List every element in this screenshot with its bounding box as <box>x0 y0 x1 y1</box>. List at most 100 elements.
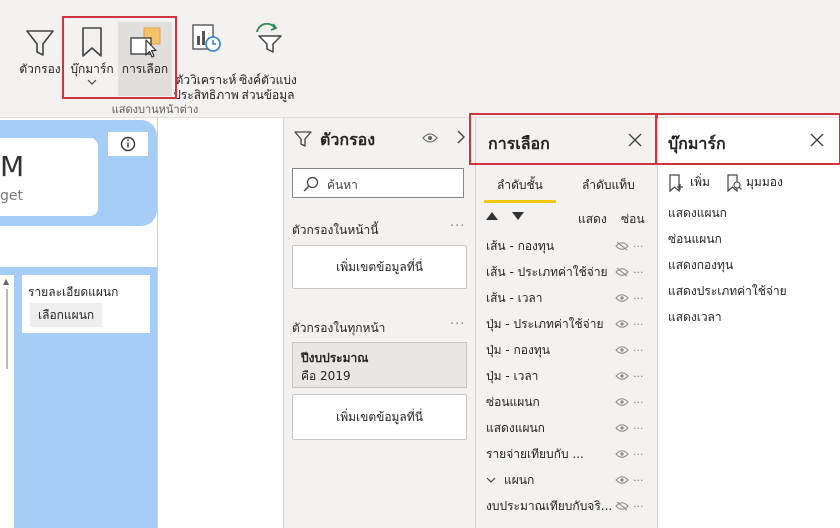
selection-list-item[interactable]: รายจ่ายเทียบกับ ... ··· <box>486 441 651 467</box>
selection-item-label: ปุ่ม - กองทุน <box>486 342 550 357</box>
canvas-divider <box>157 118 158 528</box>
eye-icon[interactable] <box>422 132 438 144</box>
header-card[interactable]: M get <box>0 120 157 226</box>
eye-hidden-icon[interactable] <box>615 501 629 511</box>
add-bookmark-icon <box>669 173 683 192</box>
department-panel: ▲ รายละเอียดแผนก เลือกแผนก <box>0 267 157 528</box>
selection-item-label: เส้น - กองทุน <box>486 238 555 253</box>
tab-layer-order[interactable]: ลำดับชั้น <box>497 176 543 195</box>
more-options-icon[interactable]: ··· <box>450 219 465 234</box>
eye-icon[interactable] <box>615 293 629 303</box>
bookmark-item[interactable]: แสดงเวลา <box>668 308 722 327</box>
department-detail-label: รายละเอียดแผนก <box>28 285 119 299</box>
bookmark-item[interactable]: ซ่อนแผนก <box>668 230 722 249</box>
eye-hidden-icon[interactable] <box>615 241 629 251</box>
filter-icon <box>294 130 312 148</box>
ribbon-group-label: แสดงบานหน้าต่าง <box>111 103 199 116</box>
info-button[interactable] <box>108 132 148 156</box>
filters-pane-label: ตัวกรอง <box>19 62 61 76</box>
chevron-down-icon[interactable] <box>486 477 504 483</box>
selection-item-label: เส้น - เวลา <box>486 290 543 305</box>
selection-item-label: งบประมาณเทียบกับจริ... <box>486 498 613 513</box>
scroll-thumb[interactable] <box>6 289 8 369</box>
scroll-up-icon[interactable]: ▲ <box>3 277 9 286</box>
page-filters-heading: ตัวกรองในหน้านี้ <box>292 223 379 237</box>
add-bookmark-button[interactable]: เพิ่ม <box>668 173 710 192</box>
scrollbar[interactable]: ▲ <box>0 275 14 528</box>
fiscal-year-filter-card[interactable]: ปีงบประมาณ คือ 2019 <box>292 342 467 388</box>
page-filters-drop-well[interactable]: เพิ่มเขตข้อมูลที่นี่ <box>292 245 467 289</box>
more-options-icon[interactable]: ··· <box>633 292 651 305</box>
more-options-icon[interactable]: ··· <box>633 448 651 461</box>
filters-pane-title: ตัวกรอง <box>320 130 376 149</box>
performance-analyzer-label: ตัววิเคราะห์ ประสิทธิภาพ <box>173 73 239 102</box>
all-pages-drop-well[interactable]: เพิ่มเขตข้อมูลที่นี่ <box>292 394 467 440</box>
filter-icon <box>25 22 55 58</box>
eye-hidden-icon[interactable] <box>615 267 629 277</box>
active-tab-indicator <box>484 200 556 203</box>
bookmark-item[interactable]: แสดงกองทุน <box>668 256 733 275</box>
more-options-icon[interactable]: ··· <box>633 318 651 331</box>
eye-icon[interactable] <box>615 449 629 459</box>
all-pages-filters-heading: ตัวกรองในทุกหน้า <box>292 321 386 335</box>
more-options-icon[interactable]: ··· <box>633 240 651 253</box>
department-detail-card: รายละเอียดแผนก เลือกแผนก <box>22 275 150 333</box>
bookmarks-pane-title: บุ๊กมาร์ก <box>668 134 726 153</box>
filters-pane-button[interactable]: ตัวกรอง <box>16 22 64 102</box>
eye-icon[interactable] <box>615 371 629 381</box>
more-options-icon[interactable]: ··· <box>633 422 651 435</box>
kpi-card: M get <box>0 138 98 216</box>
hide-all-button[interactable]: ซ่อน <box>621 210 645 229</box>
sync-slicers-icon <box>251 22 285 54</box>
bookmarks-pane: บุ๊กมาร์ก เพิ่ม มุมมอง แสดงแผนกซ่อนแผนกแ… <box>655 113 840 528</box>
view-bookmark-icon <box>727 173 742 192</box>
select-department-button[interactable]: เลือกแผนก <box>30 303 103 327</box>
more-options-icon[interactable]: ··· <box>633 266 651 279</box>
more-options-icon[interactable]: ··· <box>633 370 651 383</box>
selection-list-item[interactable]: ปุ่ม - เวลา ··· <box>486 363 651 389</box>
show-all-button[interactable]: แสดง <box>578 210 607 229</box>
bookmark-item[interactable]: แสดงแผนก <box>668 204 727 223</box>
more-options-icon[interactable]: ··· <box>450 317 465 332</box>
kpi-subtext: get <box>0 188 23 204</box>
more-options-icon[interactable]: ··· <box>633 500 651 513</box>
ribbon: ตัวกรอง บุ๊กมาร์ก การเลือก ตัววิเคราะห์ … <box>0 0 840 118</box>
performance-analyzer-button[interactable]: ตัววิเคราะห์ ประสิทธิภาพ <box>173 22 239 102</box>
selection-list-item[interactable]: เส้น - กองทุน ··· <box>486 233 651 259</box>
selection-list-item[interactable]: ซ่อนแผนก ··· <box>486 389 651 415</box>
eye-icon[interactable] <box>615 345 629 355</box>
move-up-icon[interactable] <box>486 212 498 220</box>
eye-icon[interactable] <box>615 397 629 407</box>
selection-list-item[interactable]: เส้น - เวลา ··· <box>486 285 651 311</box>
view-bookmark-button[interactable]: มุมมอง <box>726 173 783 192</box>
close-icon[interactable] <box>810 133 824 147</box>
eye-icon[interactable] <box>615 423 629 433</box>
bookmark-item[interactable]: แสดงประเภทค่าใช้จ่าย <box>668 282 787 301</box>
filter-card-title: ปีงบประมาณ <box>301 351 369 365</box>
selection-item-label: แสดงแผนก <box>486 420 545 435</box>
selection-list-item[interactable]: แผนก ··· <box>486 467 651 493</box>
selection-list-item[interactable]: เส้น - ประเภทค่าใช้จ่าย ··· <box>486 259 651 285</box>
selection-pane-title: การเลือก <box>488 134 550 153</box>
eye-icon[interactable] <box>615 475 629 485</box>
tab-tab-order[interactable]: ลำดับแท็บ <box>582 176 635 195</box>
selection-list-item[interactable]: งบประมาณเทียบกับจริ... ··· <box>486 493 651 519</box>
close-icon[interactable] <box>628 133 642 147</box>
selection-item-label: ซ่อนแผนก <box>486 394 540 409</box>
highlight-box-ribbon <box>62 16 177 99</box>
move-down-icon[interactable] <box>512 212 524 220</box>
more-options-icon[interactable]: ··· <box>633 344 651 357</box>
selection-list-item[interactable]: ปุ่ม - ประเภทค่าใช้จ่าย ··· <box>486 311 651 337</box>
selection-item-label: แผนก <box>504 472 535 487</box>
collapse-pane-icon[interactable] <box>456 130 466 144</box>
search-input[interactable]: ค้นหา <box>292 168 464 198</box>
more-options-icon[interactable]: ··· <box>633 396 651 409</box>
info-icon <box>120 136 136 152</box>
kpi-letter: M <box>0 150 25 183</box>
search-icon <box>303 176 319 192</box>
eye-icon[interactable] <box>615 319 629 329</box>
sync-slicers-button[interactable]: ซิงค์ตัวแบ่ง ส่วนข้อมูล <box>238 22 298 102</box>
more-options-icon[interactable]: ··· <box>633 474 651 487</box>
selection-list-item[interactable]: ปุ่ม - กองทุน ··· <box>486 337 651 363</box>
selection-list-item[interactable]: แสดงแผนก ··· <box>486 415 651 441</box>
